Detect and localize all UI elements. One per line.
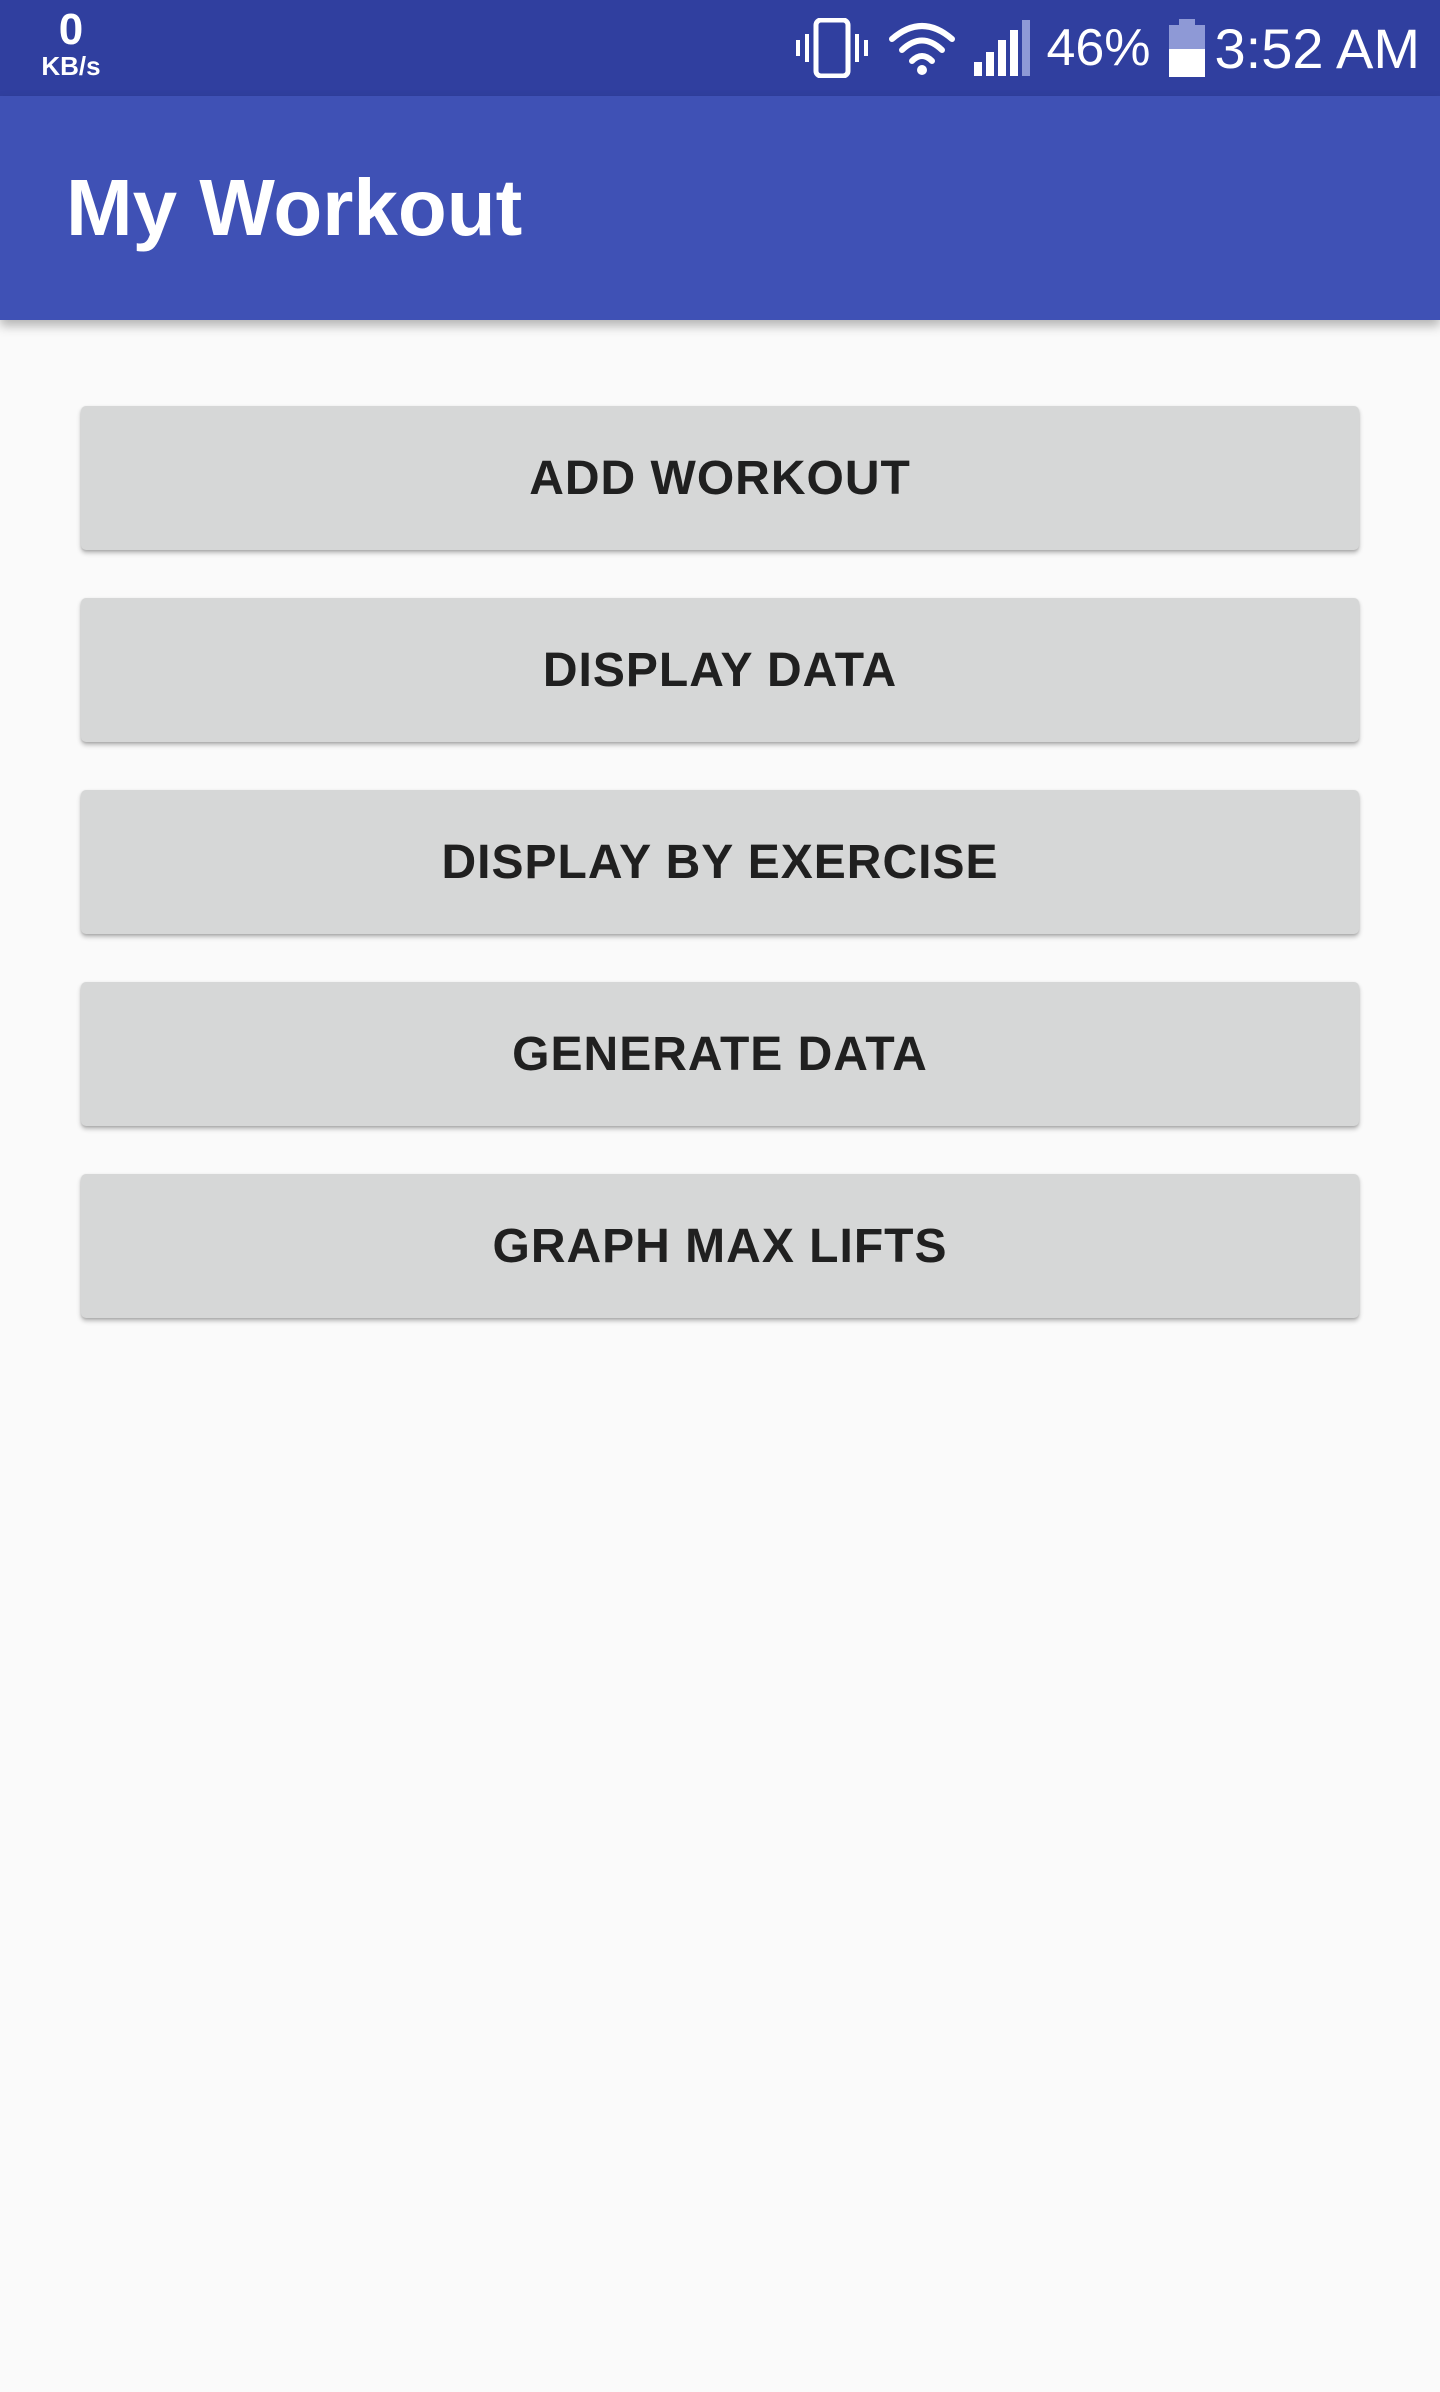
network-speed-value: 0 <box>58 5 84 54</box>
graph-max-lifts-button[interactable]: GRAPH MAX LIFTS <box>81 1174 1359 1318</box>
clock: 3:52 AM <box>1214 16 1420 80</box>
status-icons: 46% 3:52 AM <box>794 0 1420 96</box>
cell-signal-icon <box>972 20 1032 76</box>
battery-percentage: 46% <box>1046 19 1151 77</box>
network-speed-unit: KB/s <box>41 51 101 81</box>
add-workout-button[interactable]: ADD WORKOUT <box>81 406 1359 550</box>
app-title: My Workout <box>66 163 523 252</box>
action-button-list: ADD WORKOUT DISPLAY DATA DISPLAY BY EXER… <box>81 406 1359 1366</box>
wifi-icon <box>888 21 956 75</box>
network-speed-indicator: 0 KB/s <box>34 5 108 81</box>
display-by-exercise-button[interactable]: DISPLAY BY EXERCISE <box>81 790 1359 934</box>
app-bar: My Workout <box>0 96 1440 320</box>
display-data-button[interactable]: DISPLAY DATA <box>81 598 1359 742</box>
status-bar: 0 KB/s 46% 3:52 AM <box>0 0 1440 96</box>
battery-icon <box>1168 19 1205 77</box>
vibrate-icon <box>794 18 870 78</box>
generate-data-button[interactable]: GENERATE DATA <box>81 982 1359 1126</box>
